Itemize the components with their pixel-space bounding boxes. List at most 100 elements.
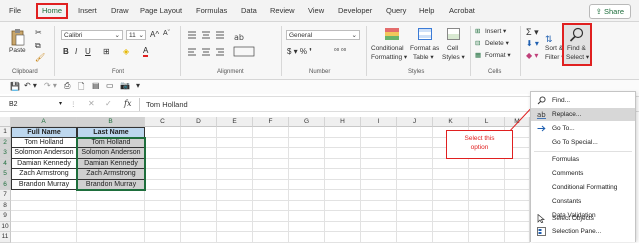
print-preview-icon[interactable]: ⎙: [64, 81, 70, 91]
font-size-select[interactable]: 11 ⌄: [126, 30, 146, 40]
alignment-buttons[interactable]: ab: [186, 30, 274, 62]
menu-item-formulas[interactable]: Formulas: [531, 153, 635, 166]
cell-A9[interactable]: [11, 211, 77, 222]
cell-H1[interactable]: [325, 127, 361, 138]
cell-F1[interactable]: [253, 127, 289, 138]
cell-J11[interactable]: [397, 232, 433, 243]
cell-K10[interactable]: [433, 221, 469, 232]
row-header-11[interactable]: 11: [0, 232, 11, 243]
menu-item-replace[interactable]: ab Replace...: [531, 108, 635, 121]
cell-J8[interactable]: [397, 200, 433, 211]
conditional-formatting-icon[interactable]: [385, 28, 399, 40]
cell-E1[interactable]: [217, 127, 253, 138]
cell-L10[interactable]: [469, 221, 505, 232]
cell-J7[interactable]: [397, 190, 433, 201]
cell-H8[interactable]: [325, 200, 361, 211]
cell-G5[interactable]: [289, 169, 325, 180]
cell-G10[interactable]: [289, 221, 325, 232]
column-header-L[interactable]: L: [469, 117, 505, 127]
cell-K7[interactable]: [433, 190, 469, 201]
fill-icon[interactable]: ⬇ ▾: [526, 39, 539, 48]
insert-cells-button[interactable]: Insert ▾: [485, 27, 506, 35]
cell-F3[interactable]: [253, 148, 289, 159]
menu-item-conditional-formatting[interactable]: Conditional Formatting: [531, 181, 635, 194]
cell-E9[interactable]: [217, 211, 253, 222]
cell-F2[interactable]: [253, 137, 289, 148]
cell-F6[interactable]: [253, 179, 289, 190]
cell-A3[interactable]: Solomon Anderson: [11, 148, 77, 159]
cell-C6[interactable]: [145, 179, 181, 190]
tab-developer[interactable]: Developer: [338, 6, 372, 15]
delete-cells-icon[interactable]: ⊟: [475, 39, 480, 47]
cell-G9[interactable]: [289, 211, 325, 222]
font-name-select[interactable]: Calibri ⌄: [61, 30, 123, 40]
cell-F7[interactable]: [253, 190, 289, 201]
cell-F9[interactable]: [253, 211, 289, 222]
cell-C10[interactable]: [145, 221, 181, 232]
cell-L7[interactable]: [469, 190, 505, 201]
cell-J2[interactable]: [397, 137, 433, 148]
cell-K6[interactable]: [433, 179, 469, 190]
cell-I8[interactable]: [361, 200, 397, 211]
tab-page-layout[interactable]: Page Layout: [140, 6, 182, 15]
decimal-icons[interactable]: ⁰⁰ ⁰⁰: [334, 47, 346, 55]
cell-A8[interactable]: [11, 200, 77, 211]
row-header-1[interactable]: 1: [0, 127, 11, 138]
undo-icon[interactable]: ↶ ▾: [24, 81, 37, 90]
column-header-G[interactable]: G: [289, 117, 325, 127]
cell-E5[interactable]: [217, 169, 253, 180]
cell-J5[interactable]: [397, 169, 433, 180]
sort-filter-icon[interactable]: ⇅: [545, 34, 553, 45]
tab-view[interactable]: View: [308, 6, 324, 15]
cell-L5[interactable]: [469, 169, 505, 180]
tab-data[interactable]: Data: [241, 6, 257, 15]
cell-D4[interactable]: [181, 158, 217, 169]
cell-D11[interactable]: [181, 232, 217, 243]
cell-G8[interactable]: [289, 200, 325, 211]
select-all-corner[interactable]: [0, 117, 11, 127]
cell-J6[interactable]: [397, 179, 433, 190]
row-header-3[interactable]: 3: [0, 148, 11, 159]
bold-icon[interactable]: B: [63, 47, 69, 56]
cell-A10[interactable]: [11, 221, 77, 232]
cell-B10[interactable]: [77, 221, 145, 232]
cell-H11[interactable]: [325, 232, 361, 243]
cell-I4[interactable]: [361, 158, 397, 169]
cell-A11[interactable]: [11, 232, 77, 243]
format-cells-icon[interactable]: ▦: [475, 51, 481, 59]
cell-C7[interactable]: [145, 190, 181, 201]
cell-L9[interactable]: [469, 211, 505, 222]
cell-D10[interactable]: [181, 221, 217, 232]
currency-icon[interactable]: $ ▾ % ❜: [287, 47, 312, 56]
cell-L6[interactable]: [469, 179, 505, 190]
decrease-font-icon[interactable]: Aˇ: [163, 30, 170, 37]
cell-M5[interactable]: [505, 169, 530, 180]
cell-A5[interactable]: Zach Armstrong: [11, 169, 77, 180]
copy-icon[interactable]: ⧉: [35, 41, 41, 51]
row-header-4[interactable]: 4: [0, 158, 11, 169]
cell-B3[interactable]: Solomon Anderson: [77, 148, 145, 159]
column-header-H[interactable]: H: [325, 117, 361, 127]
tab-formulas[interactable]: Formulas: [196, 6, 227, 15]
cell-C8[interactable]: [145, 200, 181, 211]
cell-E8[interactable]: [217, 200, 253, 211]
cell-E7[interactable]: [217, 190, 253, 201]
tab-query[interactable]: Query: [386, 6, 406, 15]
number-format-select[interactable]: General ⌄: [286, 30, 360, 40]
cell-C2[interactable]: [145, 137, 181, 148]
cell-B8[interactable]: [77, 200, 145, 211]
cell-B2[interactable]: Tom Holland: [77, 137, 145, 148]
cell-H7[interactable]: [325, 190, 361, 201]
cell-D2[interactable]: [181, 137, 217, 148]
cell-E6[interactable]: [217, 179, 253, 190]
cell-F11[interactable]: [253, 232, 289, 243]
cell-I2[interactable]: [361, 137, 397, 148]
cell-E3[interactable]: [217, 148, 253, 159]
column-header-I[interactable]: I: [361, 117, 397, 127]
cell-A6[interactable]: Brandon Murray: [11, 179, 77, 190]
insert-cells-icon[interactable]: ⊞: [475, 27, 480, 35]
column-header-D[interactable]: D: [181, 117, 217, 127]
row-header-9[interactable]: 9: [0, 211, 11, 222]
insert-function-icon[interactable]: fx: [124, 99, 131, 108]
cell-E4[interactable]: [217, 158, 253, 169]
